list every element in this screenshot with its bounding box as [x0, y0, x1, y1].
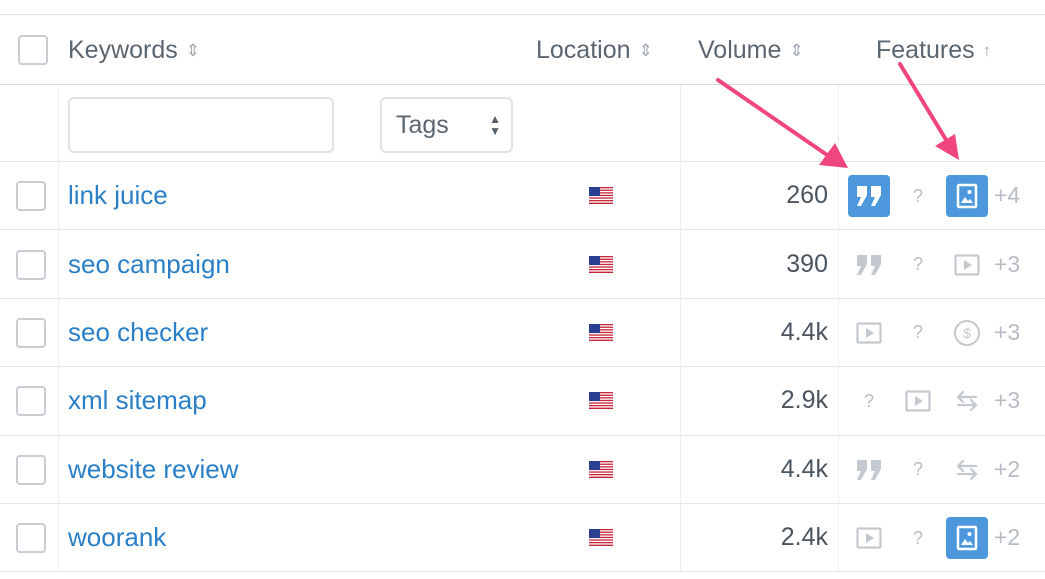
- tags-select[interactable]: Tags ▲ ▼: [380, 97, 513, 153]
- keyword-link[interactable]: link juice: [68, 180, 168, 211]
- feature-dollar-icon[interactable]: $: [946, 312, 988, 354]
- more-features-count[interactable]: +2: [994, 524, 1020, 551]
- volume-value: 260: [786, 181, 828, 210]
- us-flag-icon: [589, 323, 613, 341]
- feature-video-icon[interactable]: [946, 244, 988, 286]
- column-divider: [838, 367, 839, 435]
- feature-quote-icon[interactable]: [848, 244, 890, 286]
- more-features-count[interactable]: +3: [994, 319, 1020, 346]
- column-divider: [58, 85, 59, 161]
- feature-quote-icon[interactable]: [848, 449, 890, 491]
- us-flag-icon: [589, 460, 613, 478]
- column-divider: [838, 85, 839, 161]
- sort-icon: ⇕: [789, 41, 804, 60]
- row-checkbox[interactable]: [16, 317, 46, 348]
- keyword-filter-input[interactable]: [68, 97, 334, 153]
- column-divider: [838, 504, 839, 572]
- filter-row: Tags ▲ ▼: [0, 85, 1045, 162]
- more-features-count[interactable]: +3: [994, 387, 1020, 414]
- column-divider: [680, 367, 681, 435]
- table-header-row: Keywords ⇕ Location ⇕ Volume ⇕ Features ↑: [0, 14, 1045, 85]
- feature-question-icon[interactable]: ?: [897, 517, 939, 559]
- keyword-link[interactable]: seo campaign: [68, 249, 230, 280]
- column-divider: [58, 367, 59, 435]
- feature-quote-icon[interactable]: [848, 175, 890, 218]
- feature-question-icon[interactable]: ?: [848, 380, 890, 422]
- keyword-link[interactable]: seo checker: [68, 317, 208, 348]
- table-row: website review 4.4k? +2: [0, 435, 1045, 504]
- table-row: seo campaign 390? +3: [0, 230, 1045, 299]
- column-divider: [680, 85, 681, 161]
- column-divider: [838, 162, 839, 230]
- feature-question-icon[interactable]: ?: [897, 449, 939, 491]
- select-all-checkbox[interactable]: [18, 35, 48, 65]
- feature-question-icon[interactable]: ?: [897, 175, 939, 217]
- column-divider: [58, 504, 59, 572]
- column-divider: [680, 504, 681, 572]
- table-row: link juice 260? +4: [0, 162, 1045, 231]
- feature-question-icon[interactable]: ?: [897, 244, 939, 286]
- column-divider: [838, 230, 839, 298]
- volume-value: 390: [786, 249, 828, 278]
- column-divider: [680, 435, 681, 503]
- column-divider: [680, 162, 681, 230]
- feature-video-icon[interactable]: [848, 517, 890, 559]
- table-row: xml sitemap 2.9k? +3: [0, 367, 1045, 436]
- table-row: woorank 2.4k? +2: [0, 504, 1045, 573]
- keyword-link[interactable]: xml sitemap: [68, 385, 207, 416]
- column-header-keywords-label: Keywords: [68, 36, 178, 64]
- sort-ascending-icon: ↑: [982, 41, 992, 60]
- sort-icon: ⇕: [638, 41, 653, 60]
- feature-swap-icon[interactable]: [946, 449, 988, 491]
- column-divider: [680, 298, 681, 367]
- feature-image-icon[interactable]: [946, 175, 988, 218]
- keyword-link[interactable]: website review: [68, 454, 239, 485]
- volume-value: 4.4k: [780, 454, 828, 483]
- column-divider: [58, 298, 59, 367]
- svg-text:$: $: [963, 325, 971, 341]
- volume-value: 4.4k: [780, 317, 828, 346]
- row-checkbox[interactable]: [16, 386, 46, 417]
- column-header-features[interactable]: Features ↑: [876, 36, 991, 65]
- row-checkbox[interactable]: [16, 249, 46, 280]
- row-checkbox[interactable]: [16, 523, 46, 554]
- column-divider: [680, 230, 681, 298]
- more-features-count[interactable]: +4: [994, 182, 1020, 209]
- keyword-link[interactable]: woorank: [68, 522, 166, 553]
- column-divider: [838, 435, 839, 503]
- more-features-count[interactable]: +3: [994, 251, 1020, 278]
- more-features-count[interactable]: +2: [994, 456, 1020, 483]
- table-row: seo checker 4.4k? $ +3: [0, 298, 1045, 368]
- row-checkbox[interactable]: [16, 181, 46, 212]
- feature-video-icon[interactable]: [897, 380, 939, 422]
- column-header-keywords[interactable]: Keywords ⇕: [68, 36, 200, 65]
- column-header-volume-label: Volume: [698, 36, 782, 64]
- column-header-location[interactable]: Location ⇕: [536, 36, 653, 65]
- feature-image-icon[interactable]: [946, 517, 988, 560]
- column-header-features-label: Features: [876, 36, 975, 64]
- volume-value: 2.9k: [780, 386, 828, 415]
- row-checkbox[interactable]: [16, 454, 46, 485]
- feature-question-icon[interactable]: ?: [897, 312, 939, 354]
- feature-swap-icon[interactable]: [946, 380, 988, 422]
- select-updown-icon: ▲ ▼: [489, 112, 501, 138]
- column-divider: [58, 162, 59, 230]
- column-header-location-label: Location: [536, 36, 631, 64]
- us-flag-icon: [589, 529, 613, 547]
- us-flag-icon: [589, 255, 613, 273]
- volume-value: 2.4k: [780, 523, 828, 552]
- column-header-volume[interactable]: Volume ⇕: [698, 36, 804, 65]
- column-divider: [838, 298, 839, 367]
- column-divider: [58, 435, 59, 503]
- us-flag-icon: [589, 392, 613, 410]
- feature-video-icon[interactable]: [848, 312, 890, 354]
- us-flag-icon: [589, 187, 613, 205]
- tags-select-label: Tags: [396, 111, 449, 139]
- sort-icon: ⇕: [185, 41, 201, 60]
- column-divider: [58, 230, 59, 298]
